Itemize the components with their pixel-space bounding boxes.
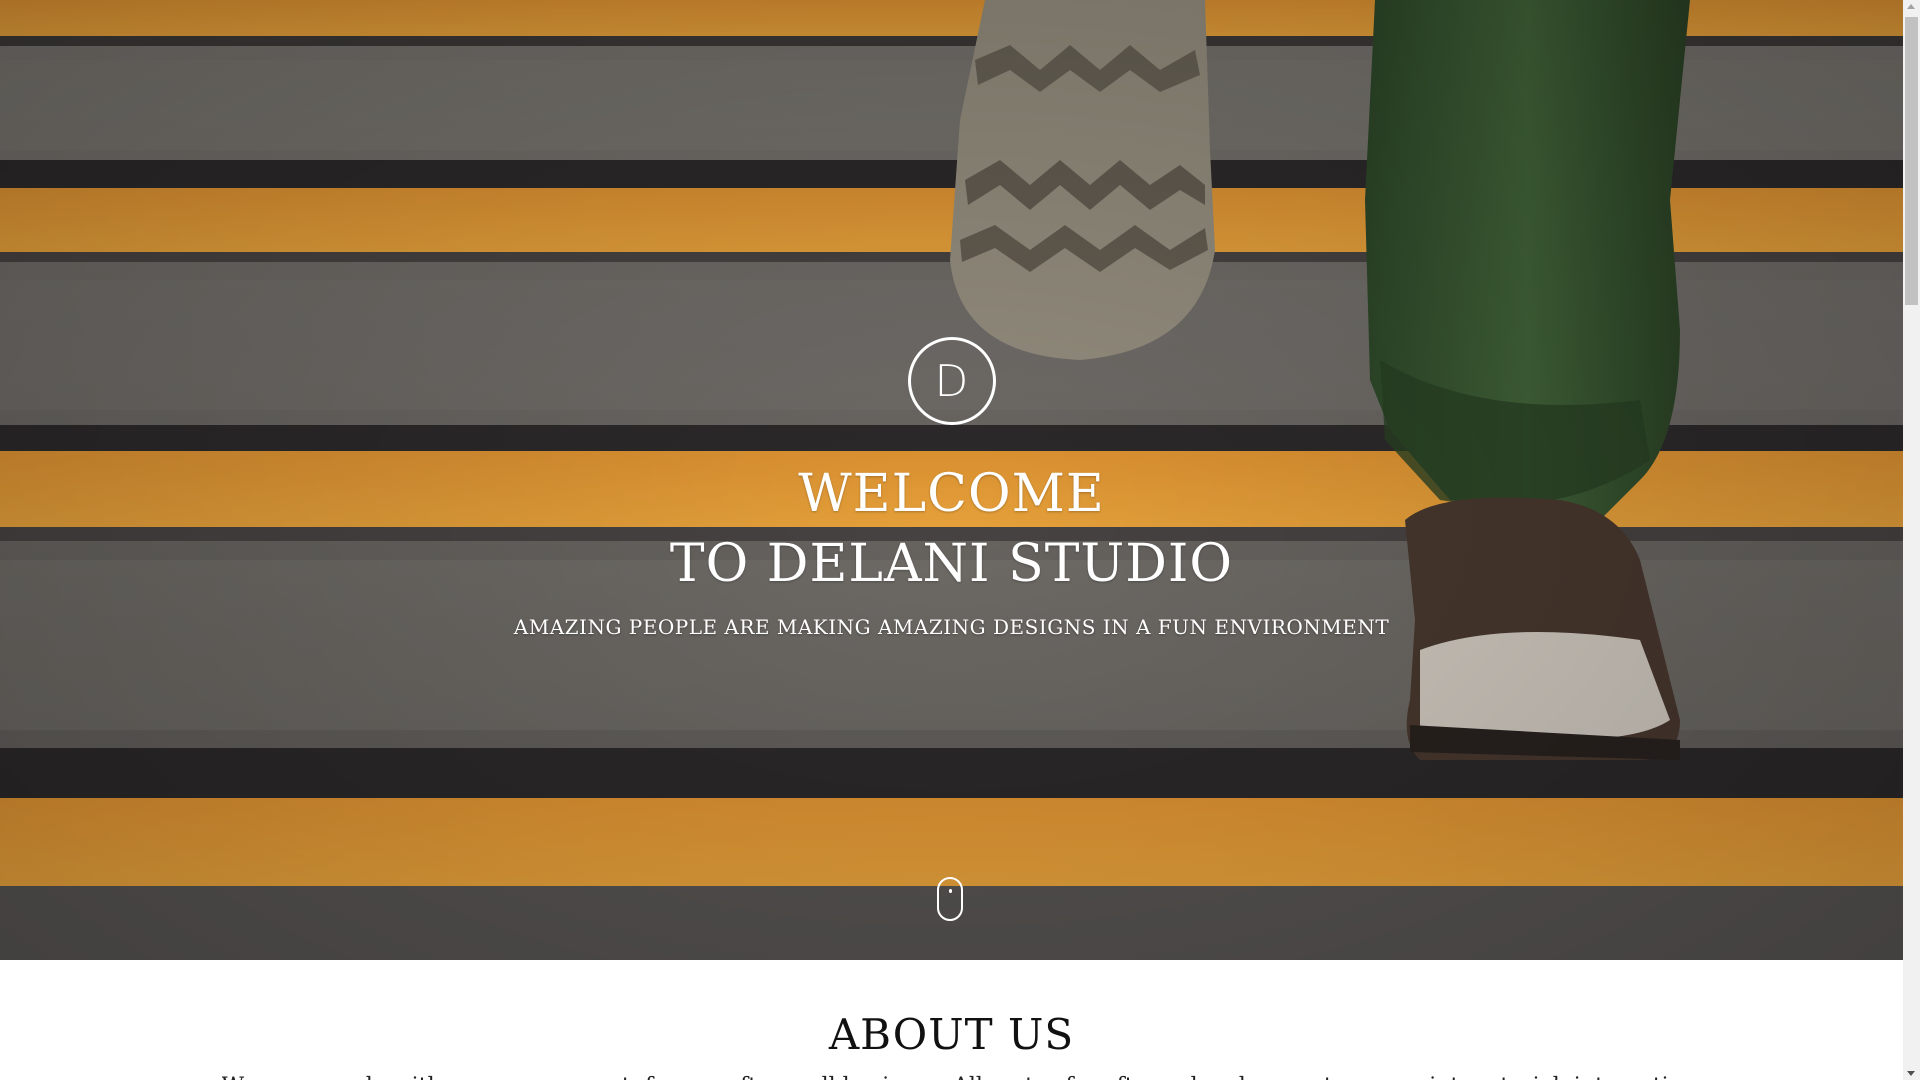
mouse-scroll-icon[interactable]	[937, 877, 963, 921]
hero-title-line1: WELCOME	[798, 464, 1105, 524]
scroll-up-arrow-icon[interactable]	[1907, 4, 1915, 9]
scrollbar-thumb[interactable]	[1905, 17, 1918, 305]
vertical-scrollbar[interactable]	[1903, 0, 1920, 1080]
scroll-down-arrow-icon[interactable]	[1907, 1071, 1915, 1076]
hero-title-line2: TO DELANI STUDIO	[669, 534, 1234, 594]
page: D WELCOME TO DELANI STUDIO AMAZING PEOPL…	[0, 0, 1903, 1080]
hero-section: D WELCOME TO DELANI STUDIO AMAZING PEOPL…	[0, 0, 1903, 960]
logo-badge[interactable]: D	[907, 337, 996, 425]
hero-title: WELCOME TO DELANI STUDIO	[0, 459, 1903, 599]
mouse-wheel-dot	[949, 889, 952, 893]
about-title: ABOUT US	[828, 1010, 1075, 1059]
about-text: We were made with a vague concept: for a…	[222, 1071, 1682, 1080]
hero-subtitle: AMAZING PEOPLE ARE MAKING AMAZING DESIGN…	[513, 615, 1390, 639]
hero-content: D WELCOME TO DELANI STUDIO AMAZING PEOPL…	[0, 337, 1903, 639]
about-section: ABOUT US We were made with a vague conce…	[0, 960, 1903, 1080]
